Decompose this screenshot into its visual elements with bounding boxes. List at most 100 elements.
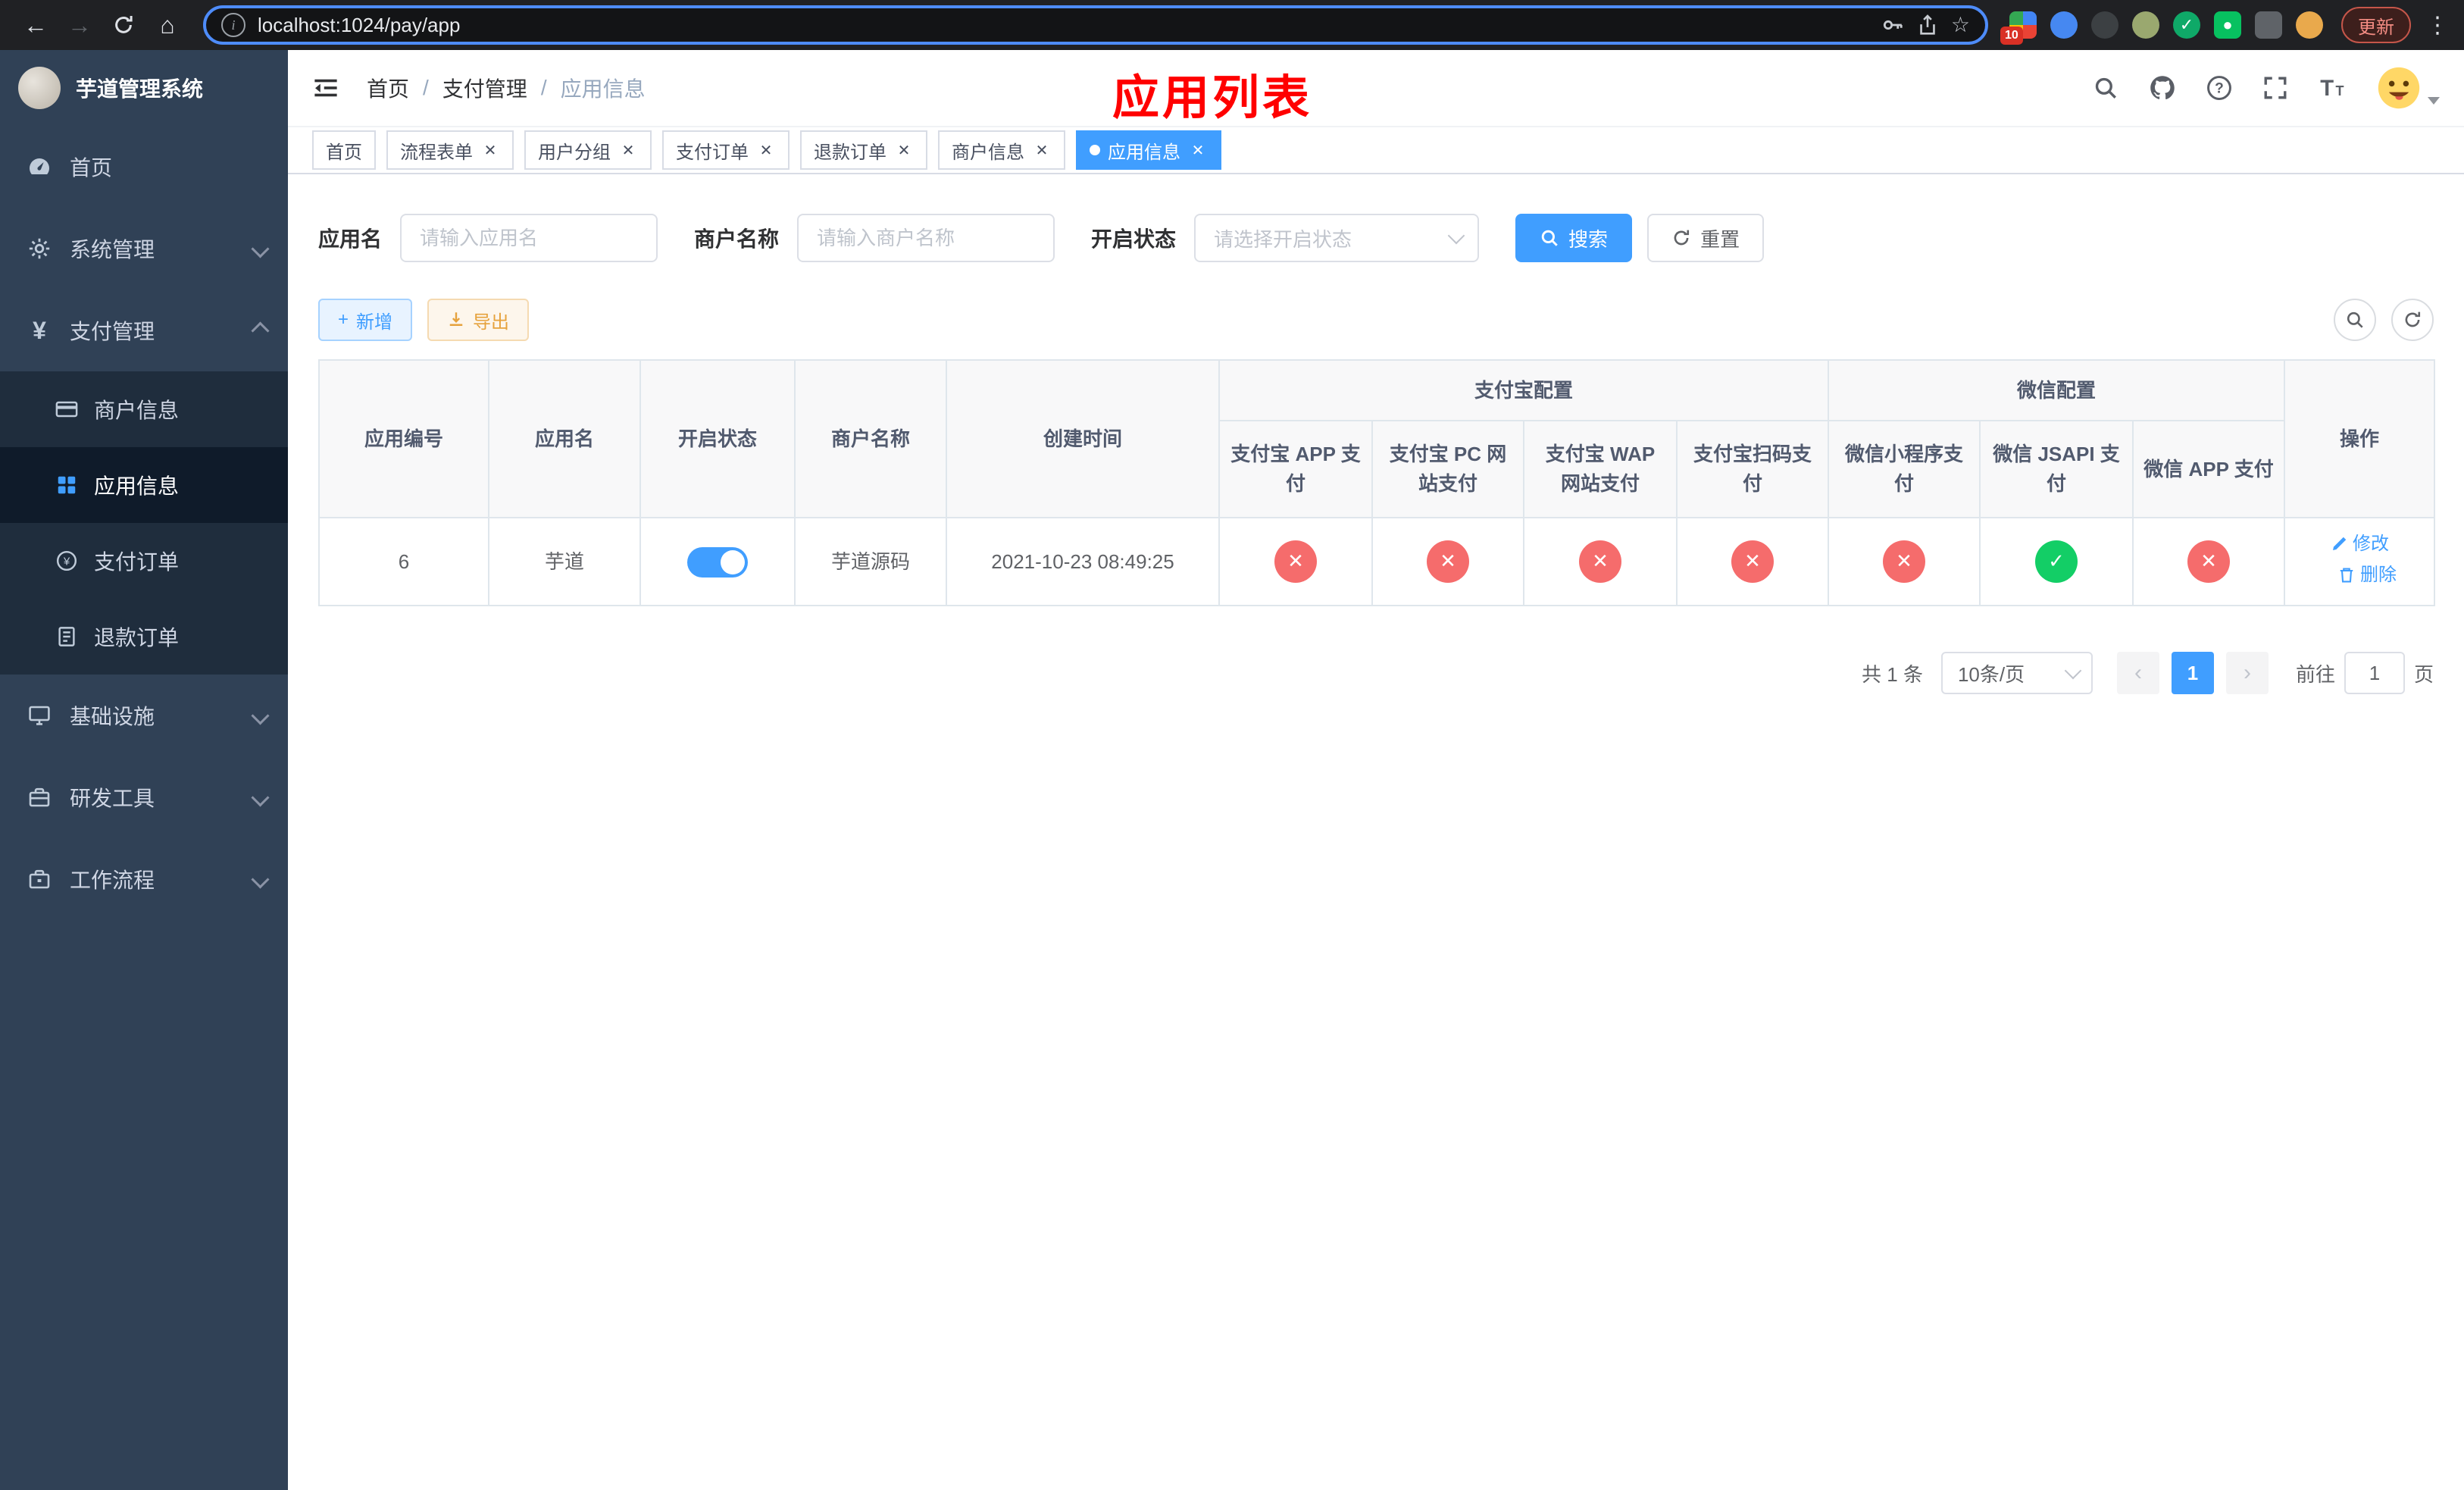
merchant-name-input[interactable] <box>797 214 1055 262</box>
payment-submenu: 商户信息 应用信息 ¥ 支付订单 退款订单 <box>0 371 288 675</box>
extension-blue-icon[interactable] <box>2050 11 2078 39</box>
edit-link[interactable]: 修改 <box>2330 531 2389 558</box>
edit-link-label: 修改 <box>2353 534 2390 554</box>
extension-face-icon[interactable] <box>2296 11 2323 39</box>
extension-puzzle-icon[interactable] <box>2255 11 2282 39</box>
browser-toolbar: ← → ⌂ i localhost:1024/pay/app ☆ 10 ✓ ● … <box>0 0 2464 50</box>
tab-close-icon[interactable]: ✕ <box>1032 140 1052 160</box>
tab-close-icon[interactable]: ✕ <box>894 140 914 160</box>
tab-user-group[interactable]: 用户分组 ✕ <box>524 130 652 170</box>
page-1-button[interactable]: 1 <box>2171 652 2214 694</box>
yen-icon: ¥ <box>33 317 46 344</box>
breadcrumb-home[interactable]: 首页 <box>367 73 409 103</box>
extension-avatar-icon[interactable] <box>2132 11 2159 39</box>
status-label: 开启状态 <box>1091 227 1177 251</box>
sidebar-item-refund-order[interactable]: 退款订单 <box>0 599 288 675</box>
app-navbar: 首页 / 支付管理 / 应用信息 应用列表 ? T T <box>288 50 2464 127</box>
filter-form: 应用名 商户名称 开启状态 请选择开启状态 搜索 重置 <box>318 214 2434 262</box>
credit-card-icon <box>55 397 79 421</box>
url-text[interactable]: localhost:1024/pay/app <box>258 14 1869 37</box>
page-size-select[interactable]: 10条/页 <box>1940 652 2093 694</box>
site-info-icon[interactable]: i <box>221 13 245 37</box>
address-bar[interactable]: i localhost:1024/pay/app ☆ <box>203 5 1988 45</box>
sidebar-item-label: 支付订单 <box>94 550 180 574</box>
search-button[interactable]: 搜索 <box>1515 214 1633 262</box>
sidebar-item-merchant-info[interactable]: 商户信息 <box>0 371 288 447</box>
font-size-icon[interactable]: TT <box>2319 74 2346 102</box>
github-icon[interactable] <box>2149 74 2176 102</box>
user-avatar[interactable] <box>2376 65 2440 111</box>
password-key-icon[interactable] <box>1881 14 1904 36</box>
breadcrumb-section[interactable]: 支付管理 <box>442 73 527 103</box>
sidebar-item-app-info[interactable]: 应用信息 <box>0 447 288 523</box>
tab-process-form[interactable]: 流程表单 ✕ <box>386 130 514 170</box>
tab-close-icon[interactable]: ✕ <box>480 140 500 160</box>
back-icon[interactable]: ← <box>15 5 56 45</box>
extensions-cluster: 10 ✓ ● <box>2000 11 2323 45</box>
sidebar-item-pay-order[interactable]: ¥ 支付订单 <box>0 523 288 599</box>
tab-refund-order[interactable]: 退款订单 ✕ <box>800 130 927 170</box>
chevron-down-icon <box>2064 662 2082 680</box>
share-icon[interactable] <box>1916 14 1939 36</box>
extension-grid-icon[interactable]: 10 <box>2000 11 2037 45</box>
chevron-down-icon <box>1447 227 1465 245</box>
tab-merchant-info[interactable]: 商户信息 ✕ <box>938 130 1065 170</box>
tab-label: 用户分组 <box>538 142 611 163</box>
question-icon[interactable]: ? <box>2206 75 2232 101</box>
add-button[interactable]: + 新增 <box>318 299 413 341</box>
sidebar-item-label: 支付管理 <box>70 320 155 343</box>
sidebar-item-label: 首页 <box>70 156 113 180</box>
tab-pay-order[interactable]: 支付订单 ✕ <box>662 130 790 170</box>
sidebar-item-dev-tools[interactable]: 研发工具 <box>0 756 288 838</box>
next-page-button[interactable]: › <box>2225 652 2269 694</box>
tab-label: 支付订单 <box>676 142 749 163</box>
app-logo-row[interactable]: 芋道管理系统 <box>0 50 288 126</box>
delete-link[interactable]: 删除 <box>2337 562 2397 589</box>
tab-home[interactable]: 首页 <box>312 130 376 170</box>
sidebar-fold-icon[interactable] <box>312 74 339 102</box>
search-icon[interactable] <box>2093 75 2118 101</box>
toggle-search-button[interactable] <box>2334 299 2376 341</box>
extension-dark-icon[interactable] <box>2091 11 2118 39</box>
tab-close-icon[interactable]: ✕ <box>1188 140 1208 160</box>
sidebar-item-workflow[interactable]: 工作流程 <box>0 838 288 920</box>
navbar-actions: ? TT <box>2093 65 2440 111</box>
reset-button[interactable]: 重置 <box>1647 214 1765 262</box>
col-header-wx-app: 微信 APP 支付 <box>2132 420 2286 518</box>
cell-name: 芋道 <box>488 517 641 606</box>
sidebar-item-home[interactable]: 首页 <box>0 126 288 208</box>
fullscreen-icon[interactable] <box>2262 75 2288 101</box>
browser-menu-kebab-icon[interactable]: ⋮ <box>2426 12 2449 39</box>
sidebar-item-payment[interactable]: ¥ 支付管理 <box>0 290 288 371</box>
status-select[interactable]: 请选择开启状态 <box>1194 214 1480 262</box>
export-button[interactable]: 导出 <box>427 299 530 341</box>
tab-close-icon[interactable]: ✕ <box>618 140 638 160</box>
breadcrumb-separator: / <box>423 76 429 99</box>
briefcase-icon <box>27 867 52 891</box>
tab-label: 应用信息 <box>1108 142 1180 163</box>
sidebar-item-system[interactable]: 系统管理 <box>0 208 288 290</box>
extension-green-check-icon[interactable]: ✓ <box>2173 11 2200 39</box>
col-header-alipay-pc: 支付宝 PC 网站支付 <box>1371 420 1524 518</box>
home-icon[interactable]: ⌂ <box>147 5 188 45</box>
extension-chat-icon[interactable]: ● <box>2214 11 2241 39</box>
reload-icon[interactable] <box>103 5 144 45</box>
forward-icon[interactable]: → <box>59 5 100 45</box>
app-table: 应用编号 应用名 开启状态 商户名称 创建时间 支付宝配置 微信配置 操作 支付… <box>318 359 2436 606</box>
bookmark-star-icon[interactable]: ☆ <box>1951 14 1970 36</box>
sidebar-item-infra[interactable]: 基础设施 <box>0 675 288 756</box>
document-icon <box>55 624 79 649</box>
refresh-table-button[interactable] <box>2391 299 2434 341</box>
col-header-wx-mini: 微信小程序支付 <box>1828 420 1981 518</box>
update-button[interactable]: 更新 <box>2341 7 2411 43</box>
add-button-label: 新增 <box>356 311 393 333</box>
enable-toggle[interactable] <box>687 546 748 578</box>
app-name-input[interactable] <box>400 214 658 262</box>
col-header-wx-jsapi: 微信 JSAPI 支付 <box>1979 420 2134 518</box>
sidebar-item-label: 研发工具 <box>70 787 155 810</box>
goto-page-input[interactable] <box>2344 652 2405 694</box>
prev-page-button[interactable]: ‹ <box>2116 652 2159 694</box>
monitor-icon <box>27 703 52 728</box>
tab-close-icon[interactable]: ✕ <box>756 140 776 160</box>
tab-app-info[interactable]: 应用信息 ✕ <box>1076 130 1221 170</box>
